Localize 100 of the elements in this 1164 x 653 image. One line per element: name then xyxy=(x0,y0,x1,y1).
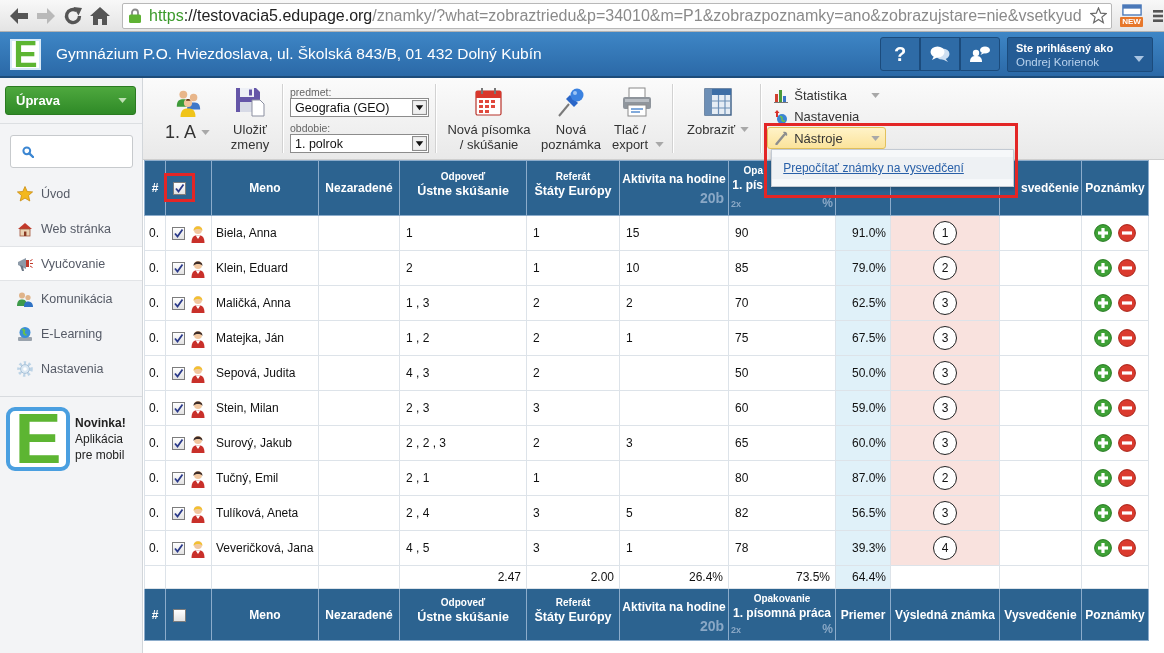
help-button[interactable]: ? xyxy=(880,37,920,71)
row-checkbox[interactable] xyxy=(172,366,185,380)
average-cell: 60.0% xyxy=(835,425,891,461)
plus-icon[interactable] xyxy=(1094,259,1112,277)
class-picker[interactable]: 1. A xyxy=(160,78,215,159)
minus-icon[interactable] xyxy=(1118,224,1136,242)
edit-button[interactable]: Úprava xyxy=(5,86,136,115)
select-field[interactable]: Geografia (GEO) xyxy=(290,98,429,117)
star-icon[interactable] xyxy=(1090,7,1107,24)
column-title: Štáty Európy xyxy=(533,182,613,199)
plus-icon[interactable] xyxy=(1094,364,1112,382)
plus-icon[interactable] xyxy=(1094,434,1112,452)
plus-icon[interactable] xyxy=(1094,294,1112,312)
final-grade: 2 xyxy=(933,466,957,490)
row-number: 0. xyxy=(144,320,166,356)
sidebar-item[interactable]: Vyučovanie xyxy=(0,246,142,281)
minus-icon[interactable] xyxy=(1118,364,1136,382)
minus-icon[interactable] xyxy=(1118,469,1136,487)
row-number: 0. xyxy=(144,530,166,566)
promo-text[interactable]: Novinka! Aplikácia pre mobil xyxy=(75,415,141,463)
total-cell: 2.47 xyxy=(399,565,527,589)
home-icon[interactable] xyxy=(90,5,110,26)
note-button[interactable]: Nová poznámka xyxy=(540,78,602,159)
field-label: predmet: xyxy=(290,86,333,98)
row-checkbox[interactable] xyxy=(172,471,185,485)
person-bubble-icon xyxy=(970,46,990,62)
sidebar-item[interactable]: Nastavenia xyxy=(0,351,142,386)
select-all-checkbox[interactable] xyxy=(173,609,186,622)
row-checkbox[interactable] xyxy=(172,541,185,555)
minus-icon[interactable] xyxy=(1118,259,1136,277)
grades-cell: 3 xyxy=(526,495,620,531)
score-cell: 75 xyxy=(728,320,836,356)
column-caption: Odpoveď xyxy=(439,169,487,183)
row-number: 0. xyxy=(144,250,166,286)
tools-menu-button[interactable]: Nástroje xyxy=(767,127,887,149)
test-button[interactable]: Nová písomka / skúšanie xyxy=(446,78,532,159)
row-checkbox[interactable] xyxy=(172,506,185,520)
select-field[interactable]: 1. polrok xyxy=(290,134,429,153)
contact-button[interactable] xyxy=(960,37,1000,71)
row-checkbox[interactable] xyxy=(172,436,185,450)
save-button[interactable]: Uložiť zmeny xyxy=(228,78,272,159)
select-all-checkbox[interactable] xyxy=(173,182,186,196)
sidebar-item[interactable]: Úvod xyxy=(0,176,142,211)
menu-link[interactable]: Prepočítať známky na vysvedčení xyxy=(783,161,964,175)
row-checkbox[interactable] xyxy=(172,261,185,275)
grades-cell: 4 , 5 xyxy=(399,530,527,566)
sidebar-item[interactable]: Komunikácia xyxy=(0,281,142,316)
minus-icon[interactable] xyxy=(1118,539,1136,557)
weight-label: 2x xyxy=(731,625,741,636)
settings-menu-button[interactable]: Nastavenia xyxy=(767,106,887,127)
lock-icon xyxy=(129,8,141,23)
minus-icon[interactable] xyxy=(1118,399,1136,417)
view-button[interactable]: Zobraziť xyxy=(687,78,750,159)
column-title: Štáty Európy xyxy=(533,609,613,625)
score-cell: 50 xyxy=(728,355,836,391)
row-number: 0. xyxy=(144,460,166,496)
stats-menu-button[interactable]: Štatistika xyxy=(767,85,887,106)
minus-icon[interactable] xyxy=(1118,329,1136,347)
sidebar-item[interactable]: E-Learning xyxy=(0,316,142,351)
score-cell: 65 xyxy=(728,425,836,461)
plus-icon[interactable] xyxy=(1094,539,1112,557)
column-header: Vysvedčenie xyxy=(999,588,1082,641)
field-label: obdobie: xyxy=(290,122,332,134)
sidebar-item[interactable]: Web stránka xyxy=(0,211,142,246)
plus-icon[interactable] xyxy=(1094,399,1112,417)
score-cell: 90 xyxy=(728,215,836,251)
person-icon xyxy=(191,433,205,453)
final-grade: 3 xyxy=(933,431,957,455)
minus-icon[interactable] xyxy=(1118,504,1136,522)
grades-cell: 1 , 2 xyxy=(399,320,527,356)
address-bar[interactable]: https://testovacia5.edupage.org/znamky/?what=zobraztriedu&p=34010&m=P1&zobrazpoznamky=ano&zobrazujstare=nie&vsetkyud xyxy=(122,2,1112,29)
points-cell: 1 xyxy=(619,320,729,356)
row-number: 0. xyxy=(144,495,166,531)
chat-button[interactable] xyxy=(920,37,960,71)
final-grade: 3 xyxy=(933,501,957,525)
printer-icon xyxy=(622,87,652,117)
average-cell: 50.0% xyxy=(835,355,891,391)
row-checkbox[interactable] xyxy=(172,226,185,240)
row-checkbox[interactable] xyxy=(172,296,185,310)
plus-icon[interactable] xyxy=(1094,329,1112,347)
print-button[interactable]: Tlač / export xyxy=(610,78,664,159)
row-checkbox[interactable] xyxy=(172,401,185,415)
person-icon xyxy=(191,223,205,243)
plus-icon[interactable] xyxy=(1094,469,1112,487)
row-checkbox[interactable] xyxy=(172,331,185,345)
reload-icon[interactable] xyxy=(63,5,83,26)
plus-icon[interactable] xyxy=(1094,224,1112,242)
user-menu[interactable]: Ste prihlásený ako Ondrej Korienok xyxy=(1007,36,1153,72)
caret-icon xyxy=(412,100,427,115)
plus-icon[interactable] xyxy=(1094,504,1112,522)
student-name: Klein, Eduard xyxy=(211,250,319,286)
grades-cell: 1 xyxy=(399,215,527,251)
minus-icon[interactable] xyxy=(1118,294,1136,312)
final-grade: 3 xyxy=(933,396,957,420)
minus-icon[interactable] xyxy=(1118,434,1136,452)
menu-icon[interactable] xyxy=(1153,8,1163,23)
grades-cell: 1 xyxy=(526,215,620,251)
wrench-icon xyxy=(774,131,789,145)
total-cell: 2.00 xyxy=(526,565,620,589)
search-field[interactable] xyxy=(10,135,133,168)
